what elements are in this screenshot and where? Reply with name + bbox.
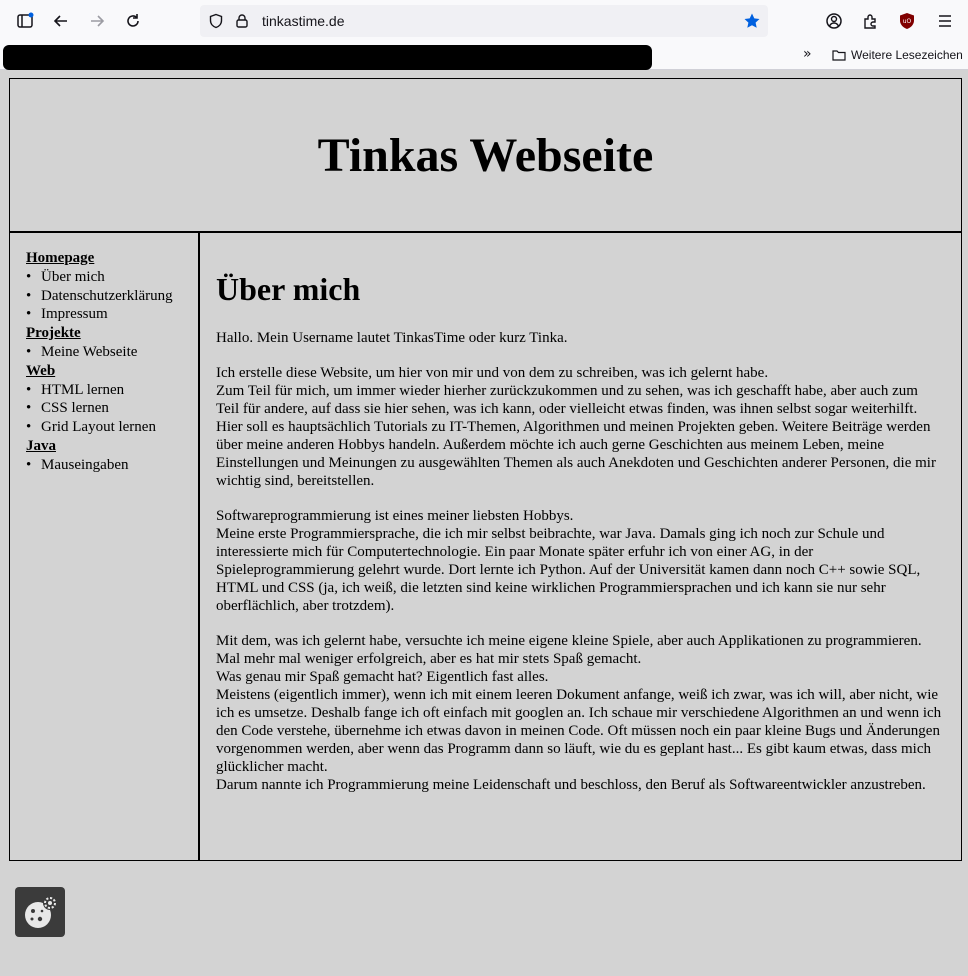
text-line: Darum nannte ich Programmierung meine Le…	[216, 777, 926, 793]
cookie-gear-icon	[25, 896, 57, 928]
text-line: Mit dem, was ich gelernt habe, versuchte…	[216, 633, 922, 667]
sidebar-toggle-icon[interactable]	[13, 9, 37, 33]
nav-group-web[interactable]: Web	[26, 362, 198, 381]
text-line: Ich erstelle diese Website, um hier von …	[216, 365, 769, 381]
text-line: Meistens (eigentlich immer), wenn ich mi…	[216, 687, 942, 775]
bookmark-star-icon[interactable]	[740, 9, 764, 33]
sidebar-nav: Homepage Über mich Datenschutzerklärung …	[9, 233, 200, 861]
nav-group-projekte[interactable]: Projekte	[26, 324, 198, 343]
menu-hamburger-icon[interactable]	[933, 9, 957, 33]
lock-icon[interactable]	[230, 9, 254, 33]
folder-icon	[832, 50, 846, 61]
nav-list-projekte: Meine Webseite	[26, 343, 198, 362]
nav-group-homepage[interactable]: Homepage	[26, 249, 198, 268]
site-header: Tinkas Webseite	[9, 78, 962, 233]
text-line: Zum Teil für mich, um immer wieder hierh…	[216, 383, 918, 417]
browser-toolbar: tinkastime.de uO	[0, 0, 968, 42]
text-line: Softwareprogrammierung ist eines meiner …	[216, 508, 574, 524]
nav-list-java: Mauseingaben	[26, 456, 198, 475]
nav-item-grid-layout[interactable]: Grid Layout lernen	[26, 418, 198, 437]
back-icon[interactable]	[49, 9, 73, 33]
paragraph-passion: Mit dem, was ich gelernt habe, versuchte…	[216, 632, 943, 794]
redacted-bookmarks	[3, 45, 652, 70]
nav-list-web: HTML lernen CSS lernen Grid Layout lerne…	[26, 381, 198, 437]
svg-text:uO: uO	[903, 18, 912, 25]
nav-list-homepage: Über mich Datenschutzerklärung Impressum	[26, 268, 198, 324]
other-bookmarks-label: Weitere Lesezeichen	[851, 48, 963, 62]
nav-item-html-lernen[interactable]: HTML lernen	[26, 381, 198, 400]
paragraph-programming: Softwareprogrammierung ist eines meiner …	[216, 507, 943, 615]
text-line: Meine erste Programmiersprache, die ich …	[216, 526, 921, 614]
text-line: Hallo. Mein Username lautet TinkasTime o…	[216, 330, 568, 346]
nav-item-impressum[interactable]: Impressum	[26, 305, 198, 324]
url-text[interactable]: tinkastime.de	[262, 13, 344, 29]
text-line: Hier soll es hauptsächlich Tutorials zu …	[216, 419, 936, 489]
text-line: Was genau mir Spaß gemacht hat? Eigentli…	[216, 669, 549, 685]
nav-group-java[interactable]: Java	[26, 437, 198, 456]
extensions-icon[interactable]	[858, 9, 882, 33]
reload-icon[interactable]	[121, 9, 145, 33]
paragraph-purpose: Ich erstelle diese Website, um hier von …	[216, 364, 943, 490]
ublock-shield-icon[interactable]: uO	[895, 9, 919, 33]
nav-item-mauseingaben[interactable]: Mauseingaben	[26, 456, 198, 475]
cookie-settings-button[interactable]	[15, 887, 65, 937]
page-content: Tinkas Webseite Homepage Über mich Daten…	[0, 71, 968, 976]
forward-icon[interactable]	[85, 9, 109, 33]
main-content: Über mich Hallo. Mein Username lautet Ti…	[200, 233, 962, 861]
paragraph-intro: Hallo. Mein Username lautet TinkasTime o…	[216, 329, 943, 347]
shield-icon[interactable]	[204, 9, 228, 33]
bookmarks-overflow-icon[interactable]: »	[803, 46, 812, 62]
address-bar[interactable]: tinkastime.de	[200, 5, 768, 37]
other-bookmarks-folder[interactable]: Weitere Lesezeichen	[832, 48, 963, 62]
nav-item-meine-webseite[interactable]: Meine Webseite	[26, 343, 198, 362]
account-icon[interactable]	[822, 9, 846, 33]
page-heading: Über mich	[216, 271, 361, 307]
site-title: Tinkas Webseite	[317, 128, 654, 182]
nav-item-ueber-mich[interactable]: Über mich	[26, 268, 198, 287]
nav-item-datenschutz[interactable]: Datenschutzerklärung	[26, 287, 198, 306]
bookmarks-toolbar: » Weitere Lesezeichen	[0, 42, 968, 70]
nav-item-css-lernen[interactable]: CSS lernen	[26, 399, 198, 418]
